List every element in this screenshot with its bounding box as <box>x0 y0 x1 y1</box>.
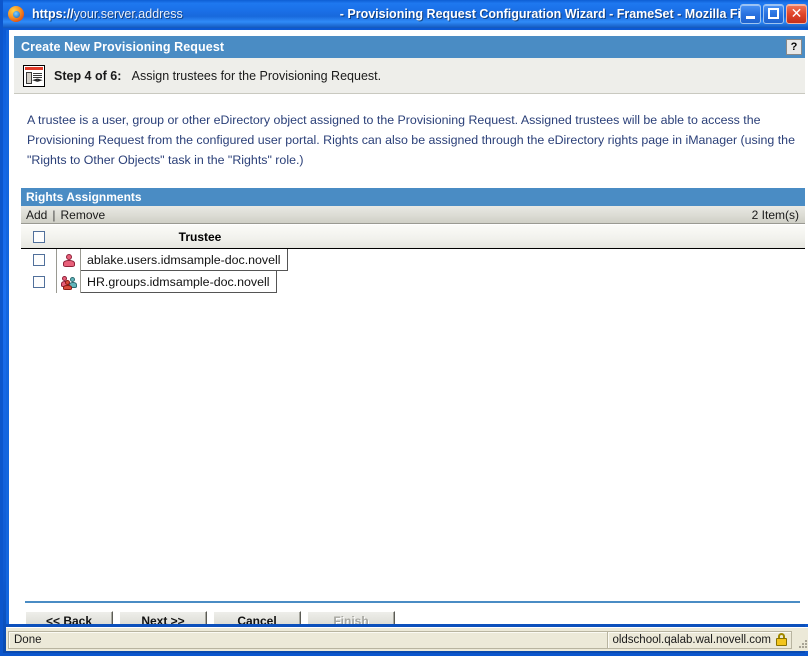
row-checkbox-cell <box>21 271 57 293</box>
table-row: ablake.users.idmsample-doc.novell <box>21 249 805 271</box>
remove-button[interactable]: Remove <box>60 208 105 222</box>
help-icon[interactable]: ? <box>786 39 802 55</box>
cancel-button[interactable]: Cancel <box>213 611 301 624</box>
secure-lock-icon[interactable] <box>776 633 787 646</box>
window-title: https://your.server.address - Provisioni… <box>32 0 740 28</box>
security-status-panel[interactable]: oldschool.qalab.wal.novell.com <box>607 630 792 649</box>
firefox-icon <box>8 5 26 23</box>
next-button[interactable]: Next >> <box>119 611 207 624</box>
resize-grip[interactable] <box>794 631 808 649</box>
description-paragraph: A trustee is a user, group or other eDir… <box>27 113 795 167</box>
select-all-checkbox[interactable] <box>33 230 45 243</box>
step-description: Assign trustees for the Provisioning Req… <box>131 68 382 83</box>
select-all-checkbox-cell <box>21 230 57 243</box>
window-controls: ✕ <box>740 4 807 24</box>
user-icon <box>61 253 77 268</box>
group-icon <box>60 275 77 290</box>
button-bar-divider <box>25 601 800 603</box>
rights-assignments-panel-title: Rights Assignments <box>21 188 805 206</box>
wizard-step-icon: ◄► <box>23 64 45 87</box>
step-text: Step 4 of 6: Assign trustees for the Pro… <box>54 69 381 83</box>
trustee-table: Trustee ablake.users.idmsample-doc.novel… <box>21 225 805 293</box>
back-button[interactable]: << Back <box>25 611 113 624</box>
status-text: Done <box>8 630 608 649</box>
task-header: Create New Provisioning Request ? <box>14 36 805 58</box>
trustee-name[interactable]: HR.groups.idmsample-doc.novell <box>81 271 277 293</box>
step-bar: ◄► Step 4 of 6: Assign trustees for the … <box>14 58 805 94</box>
item-count-label: 2 Item(s) <box>751 207 799 222</box>
row-type-icon-cell <box>57 271 81 293</box>
table-header-row: Trustee <box>21 225 805 249</box>
page-title: Create New Provisioning Request <box>21 40 225 54</box>
browser-window: https://your.server.address - Provisioni… <box>0 0 808 656</box>
rights-assignments-toolbar: Add | Remove 2 Item(s) <box>21 206 805 224</box>
add-button[interactable]: Add <box>26 208 47 222</box>
wizard-button-bar: << Back Next >> Cancel Finish <box>25 611 395 624</box>
title-url-scheme: https:// <box>32 7 74 21</box>
close-button[interactable]: ✕ <box>786 4 807 24</box>
row-checkbox[interactable] <box>32 276 45 288</box>
table-row: HR.groups.idmsample-doc.novell <box>21 271 805 293</box>
trustee-name[interactable]: ablake.users.idmsample-doc.novell <box>81 249 288 271</box>
step-label: Step 4 of 6: <box>54 68 122 83</box>
row-checkbox[interactable] <box>32 254 45 266</box>
status-bar: Done oldschool.qalab.wal.novell.com <box>6 627 808 651</box>
row-checkbox-cell <box>21 249 57 271</box>
column-header-trustee: Trustee <box>178 229 222 244</box>
row-type-icon-cell <box>57 249 81 271</box>
title-url-host: your.server.address <box>73 7 183 21</box>
title-document-name: - Provisioning Request Configuration Wiz… <box>339 7 740 21</box>
minimize-button[interactable] <box>740 4 761 24</box>
maximize-button[interactable] <box>763 4 784 24</box>
finish-button: Finish <box>307 611 395 624</box>
server-host-label: oldschool.qalab.wal.novell.com <box>612 633 771 646</box>
toolbar-separator: | <box>52 207 56 222</box>
window-titlebar[interactable]: https://your.server.address - Provisioni… <box>3 0 808 28</box>
page-viewport: Create New Provisioning Request ? ◄► Ste… <box>6 30 808 624</box>
